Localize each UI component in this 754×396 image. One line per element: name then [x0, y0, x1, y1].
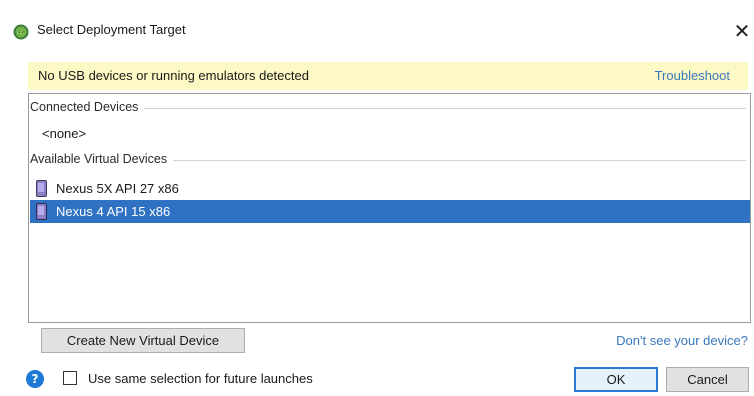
available-devices-header: Available Virtual Devices [30, 152, 748, 170]
same-selection-checkbox[interactable] [63, 371, 77, 385]
android-studio-icon [13, 24, 29, 40]
cancel-button[interactable]: Cancel [666, 367, 749, 392]
dont-see-device-link[interactable]: Don't see your device? [616, 333, 748, 348]
create-virtual-device-button[interactable]: Create New Virtual Device [41, 328, 245, 353]
device-list[interactable]: Connected Devices <none> Available Virtu… [28, 93, 751, 323]
same-selection-label[interactable]: Use same selection for future launches [88, 371, 313, 386]
phone-icon [36, 203, 47, 220]
ok-button[interactable]: OK [574, 367, 658, 392]
connected-devices-empty: <none> [42, 126, 87, 141]
window-title: Select Deployment Target [37, 22, 186, 37]
help-icon[interactable]: ? [26, 370, 44, 388]
device-label: Nexus 4 API 15 x86 [56, 204, 171, 219]
device-row-nexus-5x[interactable]: Nexus 5X API 27 x86 [30, 177, 750, 200]
banner-message: No USB devices or running emulators dete… [38, 68, 309, 83]
troubleshoot-link[interactable]: Troubleshoot [655, 68, 730, 83]
close-icon[interactable]: ✕ [730, 17, 754, 45]
no-devices-banner: No USB devices or running emulators dete… [28, 62, 748, 90]
title-bar: Select Deployment Target ✕ [0, 0, 754, 62]
available-devices-label: Available Virtual Devices [30, 152, 174, 166]
device-label: Nexus 5X API 27 x86 [56, 181, 179, 196]
connected-devices-label: Connected Devices [30, 100, 145, 114]
phone-icon [36, 180, 47, 197]
device-row-nexus-4[interactable]: Nexus 4 API 15 x86 [30, 200, 750, 223]
connected-devices-header: Connected Devices [30, 100, 748, 118]
